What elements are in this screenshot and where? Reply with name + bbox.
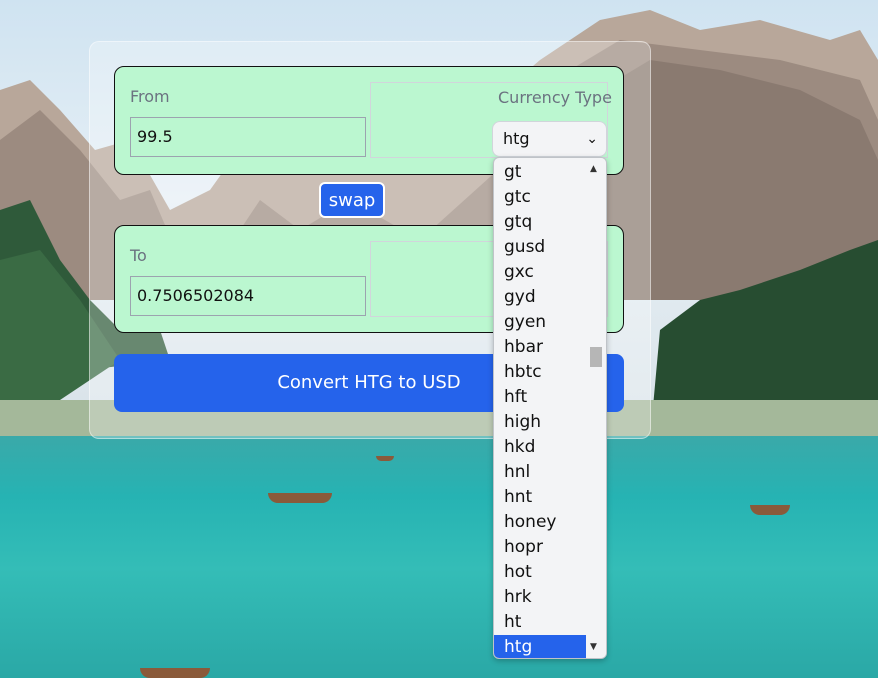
scroll-up-arrow-icon[interactable]: ▲ xyxy=(590,164,597,174)
from-currency-selected: htg xyxy=(503,129,530,148)
dropdown-option-gt[interactable]: gt xyxy=(494,160,586,185)
boat xyxy=(268,493,332,503)
dropdown-option-gtc[interactable]: gtc xyxy=(494,185,586,210)
scrollbar-thumb[interactable] xyxy=(590,347,602,367)
dropdown-option-gyd[interactable]: gyd xyxy=(494,285,586,310)
dropdown-option-hnt[interactable]: hnt xyxy=(494,485,586,510)
dropdown-option-hkd[interactable]: hkd xyxy=(494,435,586,460)
to-label: To xyxy=(130,246,147,265)
dropdown-option-honey[interactable]: honey xyxy=(494,510,586,535)
dropdown-option-ht[interactable]: ht xyxy=(494,610,586,635)
to-amount-input[interactable]: 0.7506502084 xyxy=(130,276,366,316)
scroll-down-arrow-icon[interactable]: ▼ xyxy=(590,642,597,652)
boat xyxy=(140,668,210,678)
dropdown-option-hnl[interactable]: hnl xyxy=(494,460,586,485)
dropdown-option-hft[interactable]: hft xyxy=(494,385,586,410)
dropdown-scrollbar[interactable]: ▲ ▼ xyxy=(586,158,606,658)
boat xyxy=(750,505,790,515)
dropdown-option-gxc[interactable]: gxc xyxy=(494,260,586,285)
dropdown-option-hrk[interactable]: hrk xyxy=(494,585,586,610)
currency-dropdown-list[interactable]: gt gtc gtq gusd gxc gyd gyen hbar hbtc hft high hkd… xyxy=(493,157,607,659)
dropdown-option-hbtc[interactable]: hbtc xyxy=(494,360,586,385)
dropdown-option-hopr[interactable]: hopr xyxy=(494,535,586,560)
dropdown-option-hbar[interactable]: hbar xyxy=(494,335,586,360)
dropdown-option-gusd[interactable]: gusd xyxy=(494,235,586,260)
dropdown-option-gtq[interactable]: gtq xyxy=(494,210,586,235)
from-amount-input[interactable]: 99.5 xyxy=(130,117,366,157)
lake xyxy=(0,436,878,678)
from-currency-select[interactable]: htg ⌄ xyxy=(492,121,607,157)
dropdown-option-gyen[interactable]: gyen xyxy=(494,310,586,335)
boat xyxy=(376,456,394,461)
chevron-down-icon: ⌄ xyxy=(586,131,598,147)
dropdown-option-high[interactable]: high xyxy=(494,410,586,435)
currency-type-label: Currency Type xyxy=(498,88,612,107)
dropdown-option-hot[interactable]: hot xyxy=(494,560,586,585)
dropdown-option-htg[interactable]: htg xyxy=(494,635,586,658)
swap-button[interactable]: swap xyxy=(319,182,385,218)
from-label: From xyxy=(130,87,170,106)
